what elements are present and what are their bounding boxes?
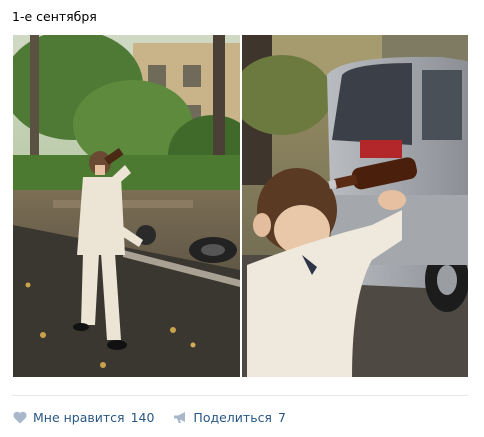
post-actions: Мне нравится 140 Поделиться 7	[12, 406, 304, 428]
megaphone-icon	[172, 409, 188, 425]
post-text: 1-е сентября	[12, 9, 97, 24]
heart-icon	[12, 409, 28, 425]
share-button[interactable]: Поделиться 7	[172, 409, 286, 425]
share-label: Поделиться	[193, 409, 272, 425]
like-label: Мне нравится	[33, 409, 125, 425]
like-count: 140	[130, 409, 155, 425]
wall-post: 1-е сентября Мне нравится 140 Поделиться…	[0, 0, 484, 437]
share-count: 7	[277, 409, 286, 425]
actions-divider	[12, 395, 468, 396]
like-button[interactable]: Мне нравится 140	[12, 409, 154, 425]
photo-boy-drinking[interactable]	[242, 35, 468, 377]
photo-boy-walking[interactable]	[13, 35, 240, 377]
photo-attachments	[13, 35, 468, 377]
